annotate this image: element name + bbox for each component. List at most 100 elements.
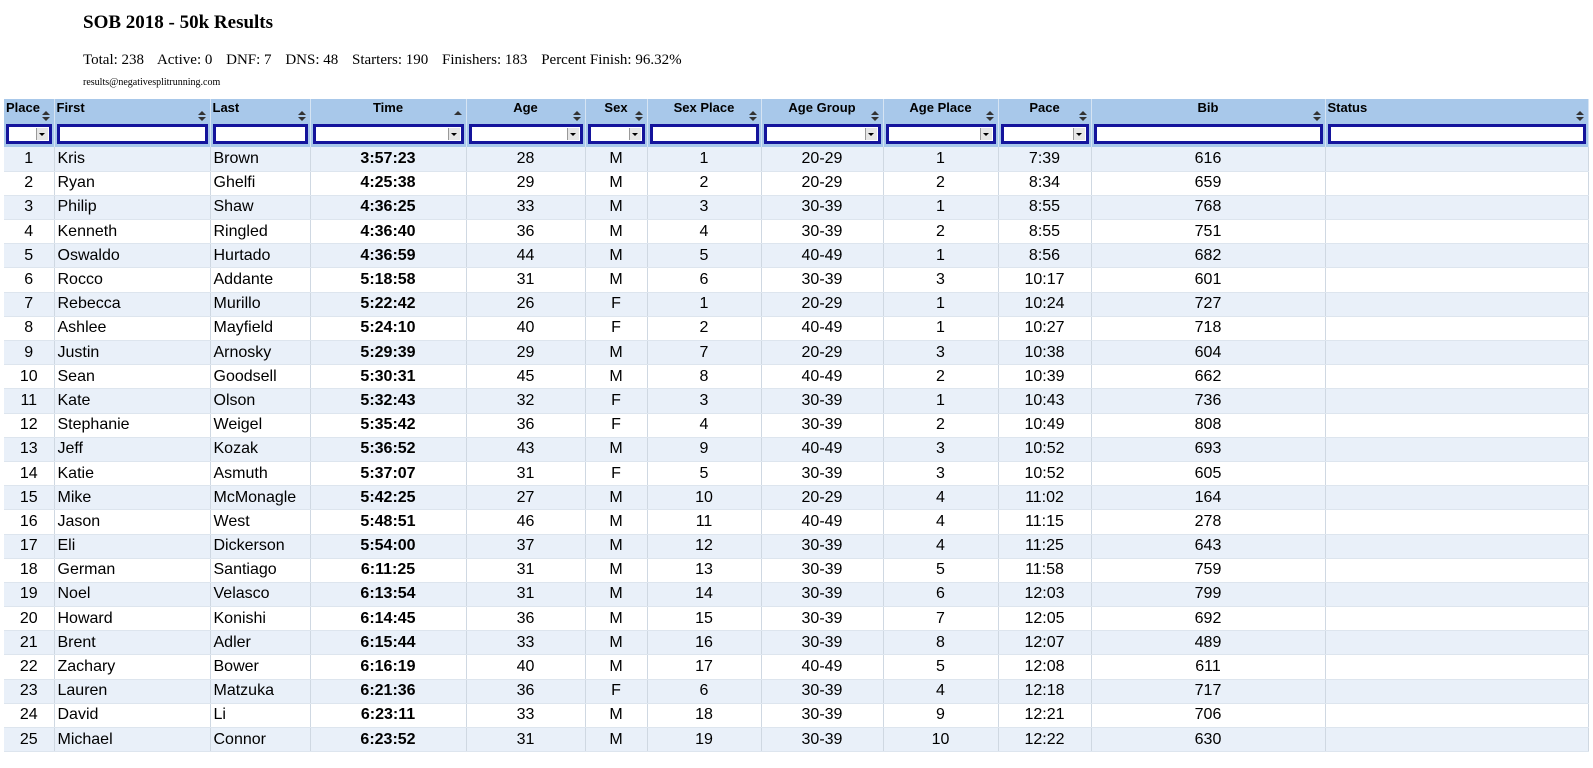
bib-cell: 601 xyxy=(1091,267,1326,293)
column-header-pace[interactable]: Pace xyxy=(998,99,1092,123)
status-filter-input[interactable] xyxy=(1327,124,1586,144)
sort-icon[interactable] xyxy=(748,111,757,121)
pace-cell: 12:21 xyxy=(998,703,1092,729)
pace-cell: 10:24 xyxy=(998,292,1092,317)
sex-cell: F xyxy=(585,679,648,704)
column-header-age[interactable]: Age xyxy=(466,99,586,123)
age-group-cell: 40-49 xyxy=(761,437,884,462)
bib-cell: 616 xyxy=(1091,147,1326,172)
place-cell: 23 xyxy=(4,679,55,704)
age-group-cell: 30-39 xyxy=(761,461,884,487)
time-cell: 5:54:00 xyxy=(310,534,467,559)
time-cell: 5:36:52 xyxy=(310,437,467,462)
dropdown-arrow-icon[interactable] xyxy=(979,128,992,140)
table-row: 2 Ryan Ghelfi 4:25:38 29 M 2 20-29 2 8:34 659 xyxy=(4,171,1589,196)
sort-icon[interactable] xyxy=(41,111,50,121)
age-place-cell: 1 xyxy=(883,292,999,317)
first-filter-input[interactable] xyxy=(56,124,208,144)
percent-finish: Percent Finish: 96.32% xyxy=(541,52,682,68)
age-filter-select[interactable] xyxy=(468,124,583,144)
status-cell xyxy=(1325,727,1589,753)
place-cell: 5 xyxy=(4,243,55,269)
sort-icon[interactable] xyxy=(870,111,879,121)
age-place-cell: 3 xyxy=(883,267,999,293)
bib-cell: 727 xyxy=(1091,292,1326,317)
sex-place-cell: 9 xyxy=(647,437,762,462)
last-name-cell: Mayfield xyxy=(210,316,311,342)
table-row: 5 Oswaldo Hurtado 4:36:59 44 M 5 40-49 1 8:56 682 xyxy=(4,243,1589,269)
age-group-filter-select[interactable] xyxy=(763,124,881,144)
sort-icon[interactable] xyxy=(297,111,306,121)
bib-cell: 604 xyxy=(1091,340,1326,366)
table-row: 3 Philip Shaw 4:36:25 33 M 3 30-39 1 8:55 768 xyxy=(4,195,1589,221)
results-summary: Total: 238 Active: 0 DNF: 7 DNS: 48 Star… xyxy=(83,52,692,69)
sort-icon[interactable] xyxy=(197,111,206,121)
column-header-sex[interactable]: Sex xyxy=(585,99,648,123)
column-header-bib[interactable]: Bib xyxy=(1091,99,1326,123)
sort-icon[interactable] xyxy=(1575,111,1584,121)
age-place-cell: 10 xyxy=(883,727,999,753)
place-cell: 22 xyxy=(4,654,55,680)
age-cell: 33 xyxy=(466,195,586,221)
column-header-status[interactable]: Status xyxy=(1325,99,1589,123)
last-filter-input[interactable] xyxy=(212,124,308,144)
sex-place-cell: 11 xyxy=(647,509,762,535)
last-name-cell: Konishi xyxy=(210,606,311,632)
first-name-cell: German xyxy=(54,558,211,583)
bib-filter-input[interactable] xyxy=(1093,124,1323,144)
sort-icon[interactable] xyxy=(572,111,581,121)
age-place-cell: 3 xyxy=(883,461,999,487)
time-cell: 5:42:25 xyxy=(310,485,467,511)
finishers-count: Finishers: 183 xyxy=(442,52,528,68)
time-cell: 5:48:51 xyxy=(310,509,467,535)
age-cell: 29 xyxy=(466,171,586,196)
column-header-sex-place[interactable]: Sex Place xyxy=(647,99,762,123)
dropdown-arrow-icon[interactable] xyxy=(628,128,641,140)
sort-ascending-icon[interactable] xyxy=(453,111,462,121)
age-group-cell: 30-39 xyxy=(761,630,884,656)
sex-cell: M xyxy=(585,582,648,608)
sex-place-filter-input[interactable] xyxy=(649,124,759,144)
place-filter-select[interactable] xyxy=(6,124,52,144)
age-place-filter-select[interactable] xyxy=(885,124,996,144)
status-cell xyxy=(1325,534,1589,559)
dropdown-arrow-icon[interactable] xyxy=(35,128,48,140)
pace-filter-select[interactable] xyxy=(1000,124,1089,144)
bib-cell: 736 xyxy=(1091,388,1326,414)
time-cell: 6:23:11 xyxy=(310,703,467,729)
sort-icon[interactable] xyxy=(1312,111,1321,121)
sex-place-cell: 3 xyxy=(647,388,762,414)
last-name-cell: Asmuth xyxy=(210,461,311,487)
table-row: 22 Zachary Bower 6:16:19 40 M 17 40-49 5 12:08 611 xyxy=(4,654,1589,680)
column-header-first[interactable]: First xyxy=(54,99,211,123)
sort-icon[interactable] xyxy=(1078,111,1087,121)
column-header-last[interactable]: Last xyxy=(210,99,311,123)
first-name-cell: Sean xyxy=(54,364,211,390)
dropdown-arrow-icon[interactable] xyxy=(447,128,460,140)
time-cell: 4:36:59 xyxy=(310,243,467,269)
sex-cell: M xyxy=(585,340,648,366)
dropdown-arrow-icon[interactable] xyxy=(864,128,877,140)
column-header-place[interactable]: Place xyxy=(4,99,55,123)
pace-cell: 8:55 xyxy=(998,195,1092,221)
sex-filter-select[interactable] xyxy=(587,124,645,144)
sort-icon[interactable] xyxy=(985,111,994,121)
bib-cell: 611 xyxy=(1091,654,1326,680)
age-group-cell: 40-49 xyxy=(761,364,884,390)
dropdown-arrow-icon[interactable] xyxy=(566,128,579,140)
bib-cell: 682 xyxy=(1091,243,1326,269)
time-filter-select[interactable] xyxy=(312,124,464,144)
pace-cell: 12:05 xyxy=(998,606,1092,632)
sort-icon[interactable] xyxy=(634,111,643,121)
bib-cell: 605 xyxy=(1091,461,1326,487)
sex-cell: F xyxy=(585,292,648,317)
pace-cell: 11:15 xyxy=(998,509,1092,535)
first-name-cell: Ryan xyxy=(54,171,211,196)
dropdown-arrow-icon[interactable] xyxy=(1072,128,1085,140)
age-place-cell: 4 xyxy=(883,534,999,559)
column-header-age-place[interactable]: Age Place xyxy=(883,99,999,123)
pace-cell: 8:34 xyxy=(998,171,1092,196)
column-header-time[interactable]: Time xyxy=(310,99,467,123)
column-header-age-group[interactable]: Age Group xyxy=(761,99,884,123)
status-cell xyxy=(1325,509,1589,535)
